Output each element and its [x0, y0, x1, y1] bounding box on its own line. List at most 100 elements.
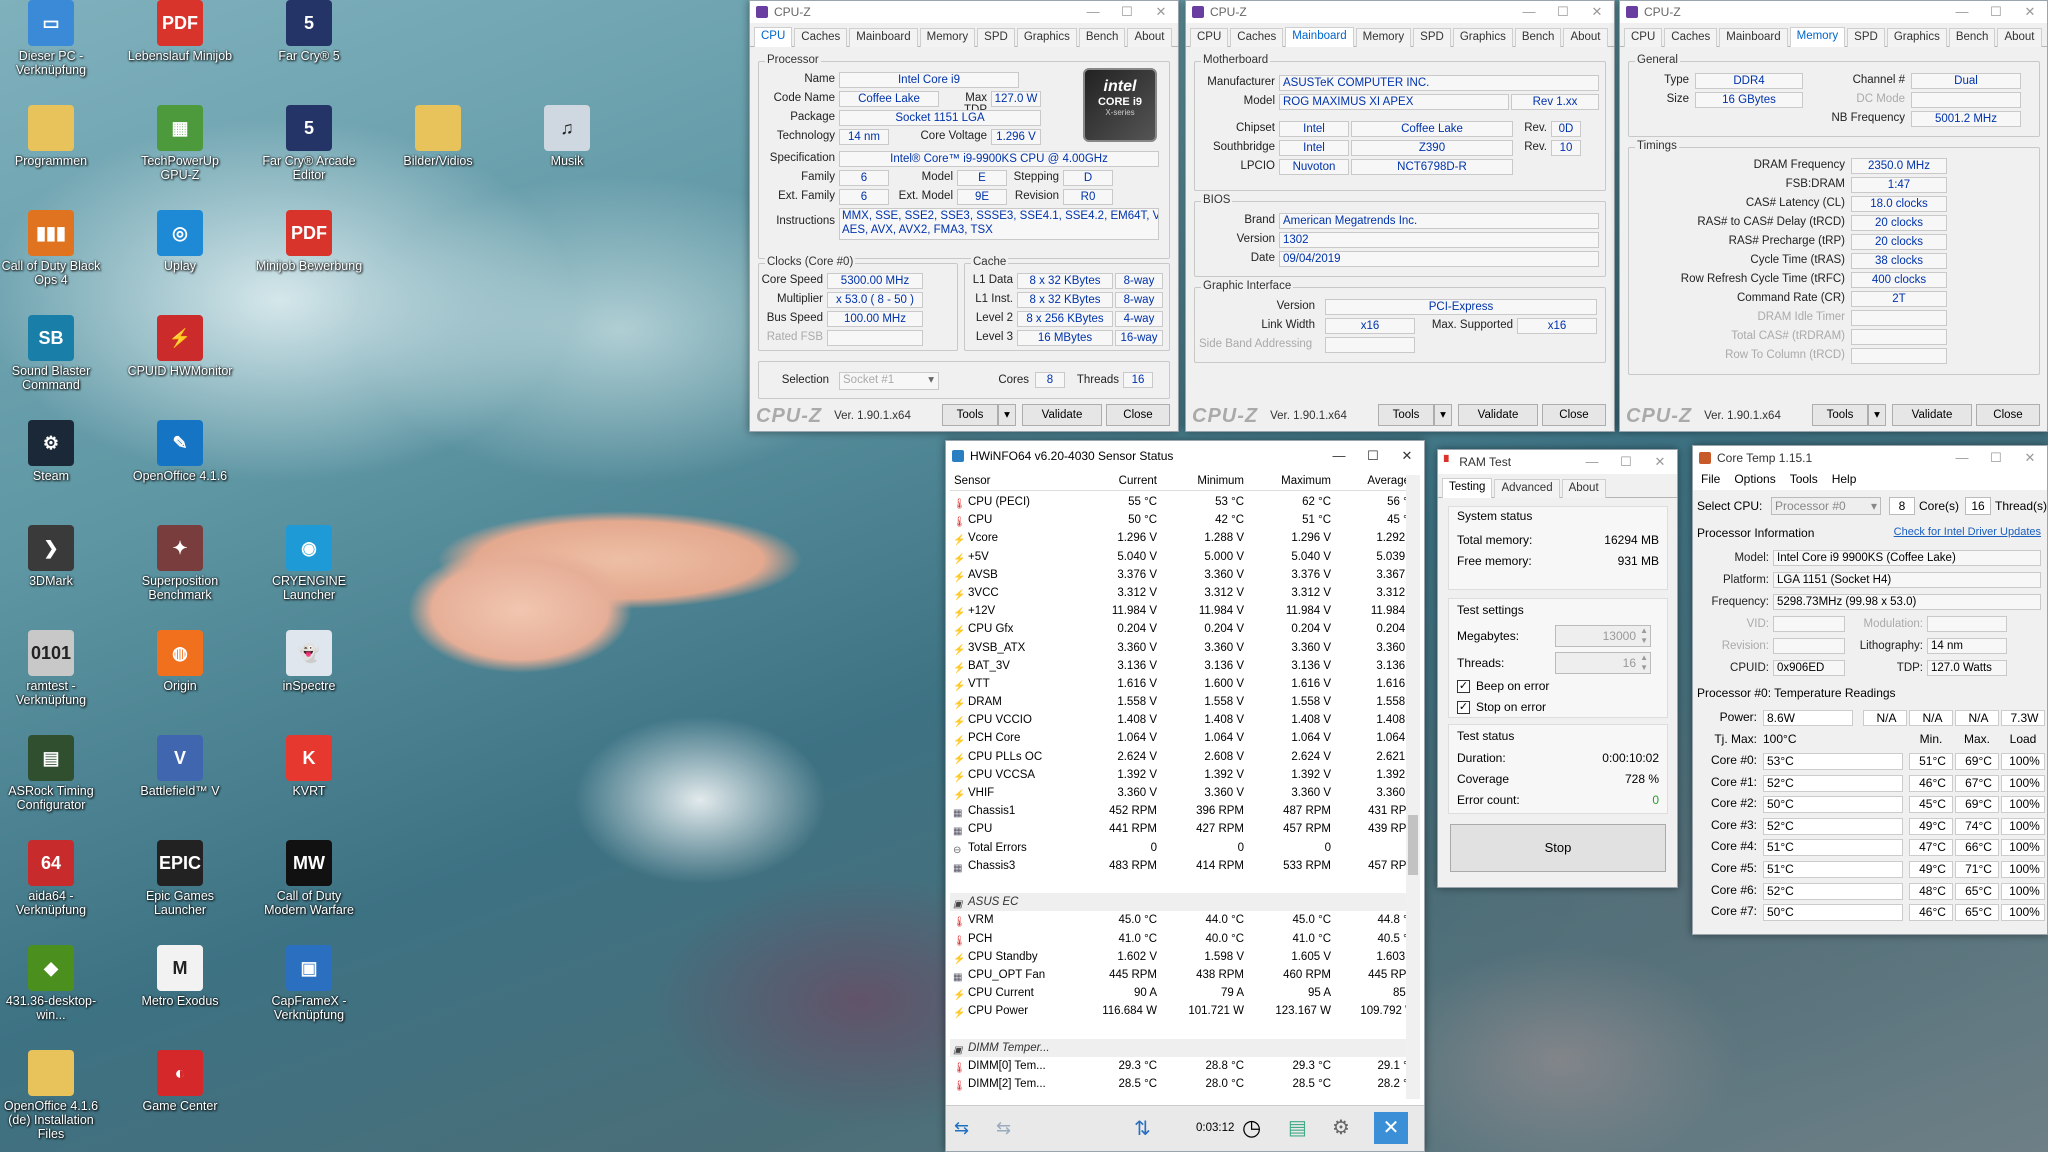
tab-graphics[interactable]: Graphics: [1886, 28, 1947, 47]
tab-graphics[interactable]: Graphics: [1016, 28, 1077, 47]
tab-caches[interactable]: Caches: [1230, 28, 1284, 47]
close-icon[interactable]: ✕: [2013, 4, 2047, 20]
table-row[interactable]: 🌡 DIMM[2] Tem... 28.5 °C 28.0 °C 28.5 °C 28.2…: [950, 1075, 1420, 1093]
tab-cpu[interactable]: CPU: [754, 27, 793, 47]
megabytes-input[interactable]: 13000 ▲ ▼: [1555, 625, 1651, 647]
tools-dropdown[interactable]: ▾: [998, 404, 1016, 426]
desktop-icon[interactable]: PDF Lebenslauf Minijob: [125, 0, 235, 63]
arrows-left-icon[interactable]: ⇆: [954, 1118, 969, 1139]
close-icon[interactable]: ✕: [1144, 4, 1178, 20]
driver-update-link[interactable]: Check for Intel Driver Updates: [1894, 526, 2041, 538]
desktop-icon[interactable]: 0101 ramtest - Verknüpfung: [0, 630, 106, 707]
tab-about[interactable]: About: [1997, 28, 2042, 47]
maximize-button[interactable]: ☐: [1546, 4, 1580, 20]
desktop-icon[interactable]: ◐ Game Center: [125, 1050, 235, 1113]
arrows-right-icon[interactable]: ⇆: [996, 1118, 1011, 1139]
menu-help[interactable]: Help: [1832, 472, 1857, 488]
header-average[interactable]: Average: [1331, 475, 1410, 490]
socket-select[interactable]: Socket #1 ▾: [839, 372, 939, 390]
title-bar[interactable]: Core Temp 1.15.1 — ☐ ✕: [1693, 446, 2047, 470]
desktop-icon[interactable]: Programmen: [0, 105, 106, 168]
threads-input[interactable]: 16 ▲ ▼: [1555, 652, 1651, 674]
tab-memory[interactable]: Memory: [1789, 27, 1846, 47]
minimize-button[interactable]: —: [1076, 4, 1110, 20]
maximize-button[interactable]: ☐: [1356, 448, 1390, 464]
table-row[interactable]: ⚡ +5V 5.040 V 5.000 V 5.040 V 5.039 V: [950, 548, 1420, 566]
table-row[interactable]: ⚡ CPU Gfx 0.204 V 0.204 V 0.204 V 0.204 V: [950, 620, 1420, 638]
maximize-button[interactable]: ☐: [1110, 4, 1144, 20]
minimize-button[interactable]: —: [1512, 4, 1546, 20]
desktop-icon[interactable]: ✦ Superposition Benchmark: [125, 525, 235, 602]
desktop-icon[interactable]: ▣ CapFrameX - Verknüpfung: [254, 945, 364, 1022]
cpu-select[interactable]: Processor #0 ▾: [1771, 497, 1881, 515]
desktop-icon[interactable]: ✎ OpenOffice 4.1.6: [125, 420, 235, 483]
desktop-icon[interactable]: ▮▮▮ Call of Duty Black Ops 4: [0, 210, 106, 287]
table-row[interactable]: ⚡ CPU PLLs OC 2.624 V 2.608 V 2.624 V 2.621 V: [950, 748, 1420, 766]
tab-about[interactable]: About: [1561, 479, 1606, 498]
table-row[interactable]: ⚡ BAT_3V 3.136 V 3.136 V 3.136 V 3.136 V: [950, 657, 1420, 675]
maximize-button[interactable]: ☐: [1979, 4, 2013, 20]
menu-file[interactable]: File: [1701, 472, 1720, 488]
table-row[interactable]: 🌡 CPU (PECI) 55 °C 53 °C 62 °C 56 °C: [950, 493, 1420, 511]
table-row[interactable]: ⚡ Vcore 1.296 V 1.288 V 1.296 V 1.292 V: [950, 529, 1420, 547]
close-button[interactable]: Close: [1976, 404, 2040, 426]
table-row[interactable]: ⚡ PCH Core 1.064 V 1.064 V 1.064 V 1.064 V: [950, 729, 1420, 747]
settings-gear-icon[interactable]: ⚙: [1332, 1115, 1350, 1140]
desktop-icon[interactable]: K KVRT: [254, 735, 364, 798]
tab-about[interactable]: About: [1127, 28, 1172, 47]
table-row[interactable]: ▦ CPU_OPT Fan 445 RPM 438 RPM 460 RPM 445 RPM: [950, 966, 1420, 984]
report-icon[interactable]: ▤: [1288, 1115, 1307, 1140]
tab-bench[interactable]: Bench: [1948, 28, 1996, 47]
desktop-icon[interactable]: ▭ Dieser PC - Verknüpfung: [0, 0, 106, 77]
desktop-icon[interactable]: Bilder/Vidios: [383, 105, 493, 168]
tab-mainboard[interactable]: Mainboard: [849, 28, 918, 47]
tab-mainboard[interactable]: Mainboard: [1719, 28, 1788, 47]
table-row[interactable]: ⚡ CPU VCCSA 1.392 V 1.392 V 1.392 V 1.392 V: [950, 766, 1420, 784]
scrollbar-thumb[interactable]: [1408, 815, 1418, 875]
tab-graphics[interactable]: Graphics: [1452, 28, 1513, 47]
table-row[interactable]: ▣ ASUS EC: [950, 893, 1420, 912]
close-button[interactable]: Close: [1106, 404, 1170, 426]
tab-bench[interactable]: Bench: [1078, 28, 1126, 47]
tab-memory[interactable]: Memory: [919, 28, 976, 47]
desktop-icon[interactable]: ⚙ Steam: [0, 420, 106, 483]
tab-bench[interactable]: Bench: [1514, 28, 1562, 47]
table-row[interactable]: ▦ Chassis1 452 RPM 396 RPM 487 RPM 431 RPM: [950, 802, 1420, 820]
table-row[interactable]: ⚡ VHIF 3.360 V 3.360 V 3.360 V 3.360 V: [950, 784, 1420, 802]
desktop-icon[interactable]: 👻 inSpectre: [254, 630, 364, 693]
table-row[interactable]: ▦ Chassis3 483 RPM 414 RPM 533 RPM 457 RPM: [950, 857, 1420, 875]
desktop-icon[interactable]: ◎ Uplay: [125, 210, 235, 273]
spinner-icon[interactable]: ▲ ▼: [1640, 626, 1648, 646]
table-row[interactable]: ⚡ AVSB 3.376 V 3.360 V 3.376 V 3.367 V: [950, 566, 1420, 584]
tools-dropdown[interactable]: ▾: [1434, 404, 1452, 426]
desktop-icon[interactable]: SB Sound Blaster Command: [0, 315, 106, 392]
tab-spd[interactable]: SPD: [977, 28, 1015, 47]
close-sensors-icon[interactable]: ✕: [1374, 1112, 1408, 1144]
tab-about[interactable]: About: [1563, 28, 1608, 47]
table-row[interactable]: 🌡 PCH 41.0 °C 40.0 °C 41.0 °C 40.5 °C: [950, 930, 1420, 948]
tools-dropdown[interactable]: ▾: [1868, 404, 1886, 426]
close-icon[interactable]: ✕: [1390, 448, 1424, 464]
desktop-icon[interactable]: ❯ 3DMark: [0, 525, 106, 588]
table-row[interactable]: ⚡ VTT 1.616 V 1.600 V 1.616 V 1.616 V: [950, 675, 1420, 693]
table-row[interactable]: ⊖ Total Errors 0 0 0: [950, 839, 1420, 857]
clock-icon[interactable]: ◷: [1242, 1115, 1261, 1141]
desktop-icon[interactable]: ⚡ CPUID HWMonitor: [125, 315, 235, 378]
close-icon[interactable]: ✕: [2013, 450, 2047, 466]
close-icon[interactable]: ✕: [1643, 454, 1677, 470]
table-row[interactable]: ⚡ +12V 11.984 V 11.984 V 11.984 V 11.984 V: [950, 602, 1420, 620]
table-row[interactable]: 🌡 CPU 50 °C 42 °C 51 °C 45 °C: [950, 511, 1420, 529]
tab-spd[interactable]: SPD: [1413, 28, 1451, 47]
table-row[interactable]: ⚡ DRAM 1.558 V 1.558 V 1.558 V 1.558 V: [950, 693, 1420, 711]
tab-spd[interactable]: SPD: [1847, 28, 1885, 47]
table-row[interactable]: ⚡ CPU Current 90 A 79 A 95 A 85 A: [950, 984, 1420, 1002]
minimize-button[interactable]: —: [1945, 450, 1979, 466]
table-row[interactable]: ▦ CPU 441 RPM 427 RPM 457 RPM 439 RPM: [950, 820, 1420, 838]
minimize-button[interactable]: —: [1322, 448, 1356, 464]
desktop-icon[interactable]: ▤ ASRock Timing Configurator: [0, 735, 106, 812]
desktop-icon[interactable]: ◉ CRYENGINE Launcher: [254, 525, 364, 602]
table-row[interactable]: 🌡 DIMM[0] Tem... 29.3 °C 28.8 °C 29.3 °C 29.1…: [950, 1057, 1420, 1075]
desktop-icon[interactable]: ♫ Musik: [512, 105, 622, 168]
header-maximum[interactable]: Maximum: [1244, 475, 1331, 490]
tab-advanced[interactable]: Advanced: [1494, 479, 1560, 498]
